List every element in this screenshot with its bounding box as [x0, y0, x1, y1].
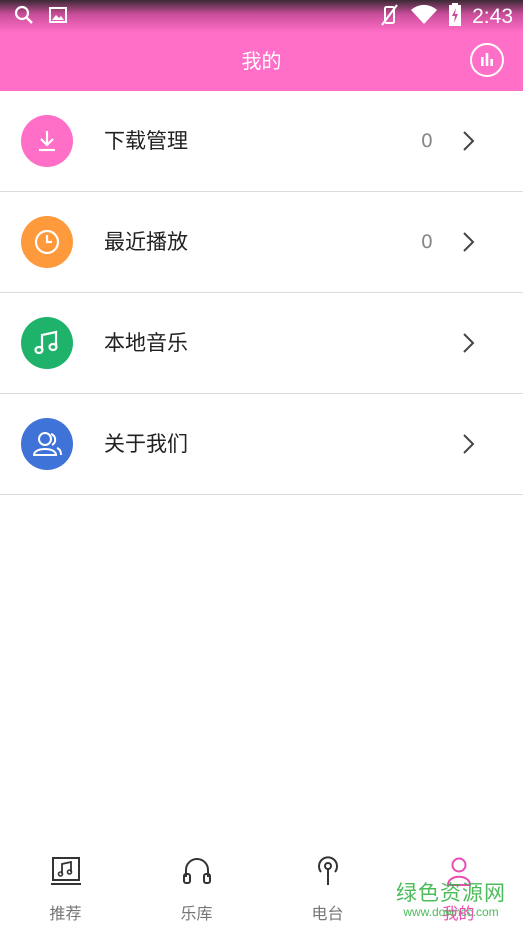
menu-item-count: 0 — [420, 130, 433, 152]
tab-recommend[interactable]: 推荐 — [0, 843, 131, 933]
tab-label: 电台 — [311, 904, 344, 923]
clock-icon — [21, 216, 73, 268]
chevron-right-icon — [463, 333, 475, 353]
radio-icon — [317, 856, 338, 885]
music-note-icon — [21, 317, 73, 369]
chevron-right-icon — [463, 131, 475, 151]
menu-item-local-music[interactable]: 本地音乐 — [0, 293, 523, 394]
chevron-right-icon — [463, 434, 475, 454]
equalizer-button[interactable] — [470, 43, 504, 77]
image-icon — [48, 5, 68, 29]
page-title: 我的 — [241, 49, 282, 73]
users-icon — [21, 418, 73, 470]
menu-item-label: 最近播放 — [104, 230, 188, 254]
music-album-icon — [50, 857, 81, 885]
menu-item-recent[interactable]: 最近播放 0 — [0, 192, 523, 293]
search-icon — [14, 5, 34, 29]
tab-label: 乐库 — [180, 904, 213, 923]
headphones-icon — [182, 858, 211, 884]
watermark-title: 绿色资源网 — [396, 881, 506, 905]
watermark-url: www.downcc.com — [403, 905, 499, 919]
tab-library[interactable]: 乐库 — [131, 843, 262, 933]
tab-radio[interactable]: 电台 — [262, 843, 393, 933]
menu-item-count: 0 — [420, 231, 433, 253]
battery-charging-icon — [448, 3, 462, 31]
menu-list: 下载管理 0 最近播放 0 本地音乐 关于我们 — [0, 91, 523, 495]
menu-item-label: 本地音乐 — [104, 331, 188, 355]
status-bar: 2:43 — [0, 0, 523, 32]
clock-time: 2:43 — [472, 5, 513, 28]
wifi-icon — [410, 4, 438, 30]
menu-item-downloads[interactable]: 下载管理 0 — [0, 91, 523, 192]
download-icon — [21, 115, 73, 167]
menu-item-label: 下载管理 — [104, 129, 188, 153]
equalizer-icon — [481, 53, 493, 66]
vibrate-off-icon — [378, 3, 400, 31]
chevron-right-icon — [463, 232, 475, 252]
menu-item-about-us[interactable]: 关于我们 — [0, 394, 523, 495]
watermark: 绿色资源网 www.downcc.com — [386, 881, 516, 919]
menu-item-label: 关于我们 — [104, 432, 188, 456]
app-bar: 我的 — [0, 32, 523, 91]
tab-label: 推荐 — [49, 904, 82, 923]
